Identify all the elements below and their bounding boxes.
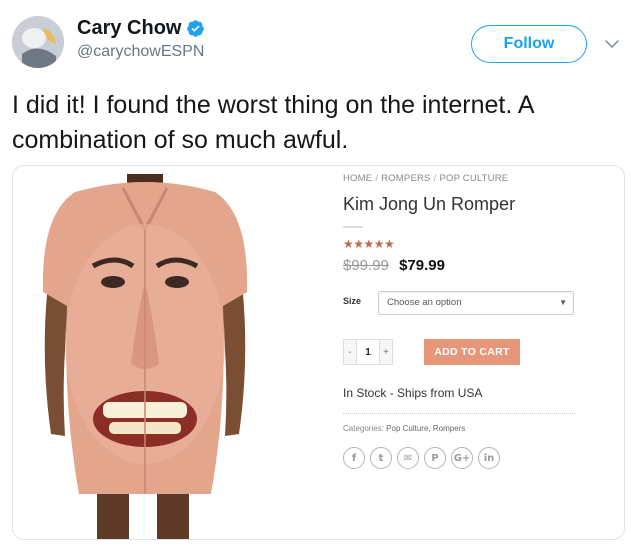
- product-panel: HOME / ROMPERS / POP CULTURE Kim Jong Un Rom…: [343, 166, 613, 539]
- categories: Categories: Pop Culture, Rompers: [343, 424, 465, 433]
- email-icon[interactable]: ✉: [397, 447, 419, 469]
- breadcrumb-rompers[interactable]: ROMPERS: [381, 173, 430, 184]
- breadcrumb-separator: /: [433, 173, 437, 184]
- verified-badge-icon: [187, 20, 205, 37]
- divider: [343, 413, 575, 414]
- add-to-cart-button[interactable]: ADD TO CART: [424, 339, 520, 365]
- author-name-row[interactable]: Cary Chow: [77, 17, 205, 40]
- size-label: Size: [343, 296, 362, 306]
- stock-status: In Stock - Ships from USA: [343, 386, 483, 400]
- rating-stars: ★★★★★: [343, 237, 395, 251]
- linkedin-icon[interactable]: in: [478, 447, 500, 469]
- chevron-down-icon[interactable]: [604, 37, 620, 51]
- quantity-minus-button[interactable]: -: [344, 340, 356, 364]
- size-select[interactable]: Choose an option ▼: [378, 291, 574, 315]
- google-plus-icon[interactable]: G+: [451, 447, 473, 469]
- share-row: f t ✉ P G+ in: [343, 447, 500, 469]
- price-row: $99.99 $79.99: [343, 257, 445, 274]
- breadcrumb-separator: /: [375, 173, 379, 184]
- avatar[interactable]: [12, 16, 64, 68]
- old-price: $99.99: [343, 257, 389, 274]
- avatar-image: [12, 16, 64, 68]
- breadcrumb: HOME / ROMPERS / POP CULTURE: [343, 173, 508, 184]
- quantity-plus-button[interactable]: +: [380, 340, 392, 364]
- product-image: [42, 174, 248, 539]
- new-price: $79.99: [399, 257, 445, 274]
- media-card[interactable]: HOME / ROMPERS / POP CULTURE Kim Jong Un Rom…: [12, 165, 625, 540]
- quantity-input[interactable]: 1: [356, 340, 380, 364]
- tweet-text: I did it! I found the worst thing on the…: [12, 91, 534, 154]
- breadcrumb-pop-culture[interactable]: POP CULTURE: [439, 173, 508, 184]
- categories-links[interactable]: Pop Culture, Rompers: [386, 424, 465, 433]
- handle[interactable]: @carychowESPN: [77, 43, 205, 61]
- title-divider: [343, 226, 363, 228]
- breadcrumb-home[interactable]: HOME: [343, 173, 372, 184]
- follow-button[interactable]: Follow: [471, 25, 587, 63]
- caret-down-icon: ▼: [559, 298, 567, 307]
- size-select-value: Choose an option: [387, 297, 462, 308]
- pinterest-icon[interactable]: P: [424, 447, 446, 469]
- display-name[interactable]: Cary Chow: [77, 17, 181, 40]
- product-title: Kim Jong Un Romper: [343, 194, 516, 214]
- facebook-icon[interactable]: f: [343, 447, 365, 469]
- twitter-icon[interactable]: t: [370, 447, 392, 469]
- quantity-stepper[interactable]: - 1 +: [343, 339, 393, 365]
- categories-label: Categories:: [343, 424, 384, 433]
- author-block: Cary Chow @carychowESPN: [77, 17, 205, 61]
